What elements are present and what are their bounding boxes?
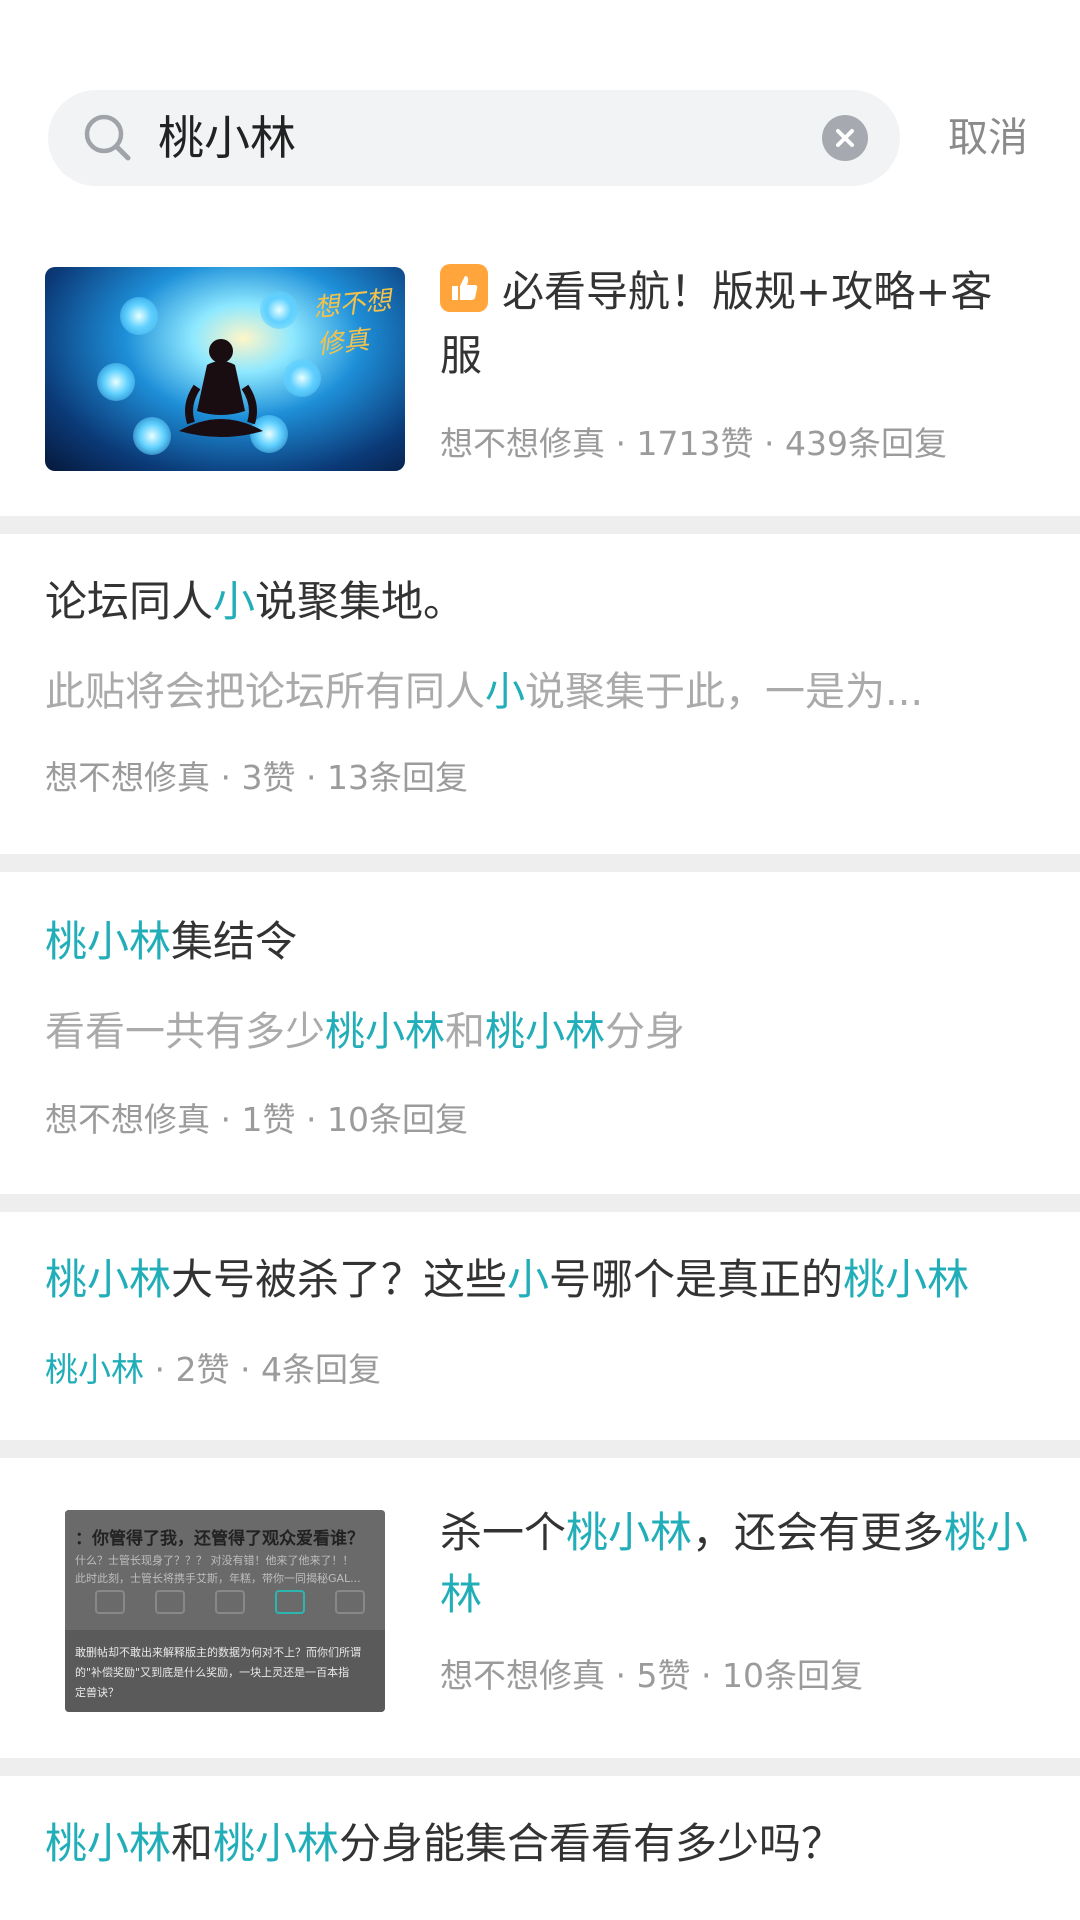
post-title: 论坛同人小说聚集地。 (45, 577, 466, 626)
post-author: 想不想修真 (45, 758, 210, 797)
list-item[interactable]: 论坛同人小说聚集地。 此贴将会把论坛所有同人小说聚集于此，一是为... 想不想修… (0, 534, 1080, 854)
divider (0, 1440, 1080, 1458)
post-meta: 想不想修真 · 1713赞 · 439条回复 (440, 424, 947, 463)
search-box[interactable]: 桃小林 (48, 90, 900, 186)
post-meta: 想不想修真 · 5赞 · 10条回复 (440, 1656, 863, 1695)
close-icon (836, 129, 854, 147)
post-thumbnail: 想不想修真 (45, 267, 405, 471)
post-replies: 439条回复 (784, 424, 947, 463)
post-summary: 看看一共有多少桃小林和桃小林分身 (45, 1009, 685, 1055)
list-item[interactable]: 桃小林和桃小林分身能集合看看有多少吗？ (0, 1776, 1080, 1916)
divider (0, 1194, 1080, 1212)
post-replies: 4条回复 (260, 1350, 381, 1389)
clear-search-button[interactable] (822, 115, 868, 161)
post-replies: 10条回复 (326, 1100, 468, 1139)
post-likes: 5赞 (636, 1656, 691, 1695)
post-likes: 1713赞 (636, 424, 754, 463)
post-replies: 13条回复 (326, 758, 468, 797)
post-meta: 桃小林 · 2赞 · 4条回复 (45, 1350, 381, 1389)
search-icon (84, 114, 131, 161)
post-title: 必看导航！版规+攻略+客服 (440, 260, 1030, 388)
post-likes: 2赞 (175, 1350, 230, 1389)
meditating-figure-image (179, 339, 263, 437)
list-item[interactable]: 桃小林集结令 看看一共有多少桃小林和桃小林分身 想不想修真 · 1赞 · 10条… (0, 872, 1080, 1194)
post-author: 想不想修真 (440, 1656, 605, 1695)
search-header: 桃小林 取消 (0, 0, 1080, 230)
post-title: 杀一个桃小林，还会有更多桃小林 (440, 1508, 1029, 1619)
post-title: 桃小林和桃小林分身能集合看看有多少吗？ (45, 1819, 844, 1868)
list-item[interactable]: 想不想修真 必看导航！版规+攻略+客服 想不想修真 · 1713赞 · 439条… (0, 230, 1080, 516)
cancel-button[interactable]: 取消 (948, 110, 1028, 166)
post-author: 想不想修真 (440, 424, 605, 463)
list-item[interactable]: ：你管得了我，还管得了观众爱看谁？ 什么？士管长现身了？？？ 对没有错！他来了他… (0, 1458, 1080, 1758)
post-likes: 3赞 (241, 758, 296, 797)
post-title: 桃小林集结令 (45, 917, 298, 966)
post-likes: 1赞 (241, 1100, 296, 1139)
post-author: 想不想修真 (45, 1100, 210, 1139)
post-title: 桃小林大号被杀了？这些小号哪个是真正的桃小林 (45, 1255, 970, 1304)
search-results: 想不想修真 必看导航！版规+攻略+客服 想不想修真 · 1713赞 · 439条… (0, 230, 1080, 1916)
post-meta: 想不想修真 · 1赞 · 10条回复 (45, 1100, 468, 1139)
list-item[interactable]: 桃小林大号被杀了？这些小号哪个是真正的桃小林 桃小林 · 2赞 · 4条回复 (0, 1212, 1080, 1440)
post-author[interactable]: 桃小林 (45, 1350, 144, 1389)
post-meta: 想不想修真 · 3赞 · 13条回复 (45, 758, 468, 797)
game-logo: 想不想修真 (312, 285, 393, 361)
divider (0, 1758, 1080, 1776)
search-input[interactable]: 桃小林 (158, 108, 296, 168)
divider (0, 516, 1080, 534)
post-summary: 此贴将会把论坛所有同人小说聚集于此，一是为... (45, 669, 924, 715)
like-icon (440, 264, 488, 312)
divider (0, 854, 1080, 872)
post-thumbnail: ：你管得了我，还管得了观众爱看谁？ 什么？士管长现身了？？？ 对没有错！他来了他… (65, 1510, 385, 1712)
post-replies: 10条回复 (721, 1656, 863, 1695)
